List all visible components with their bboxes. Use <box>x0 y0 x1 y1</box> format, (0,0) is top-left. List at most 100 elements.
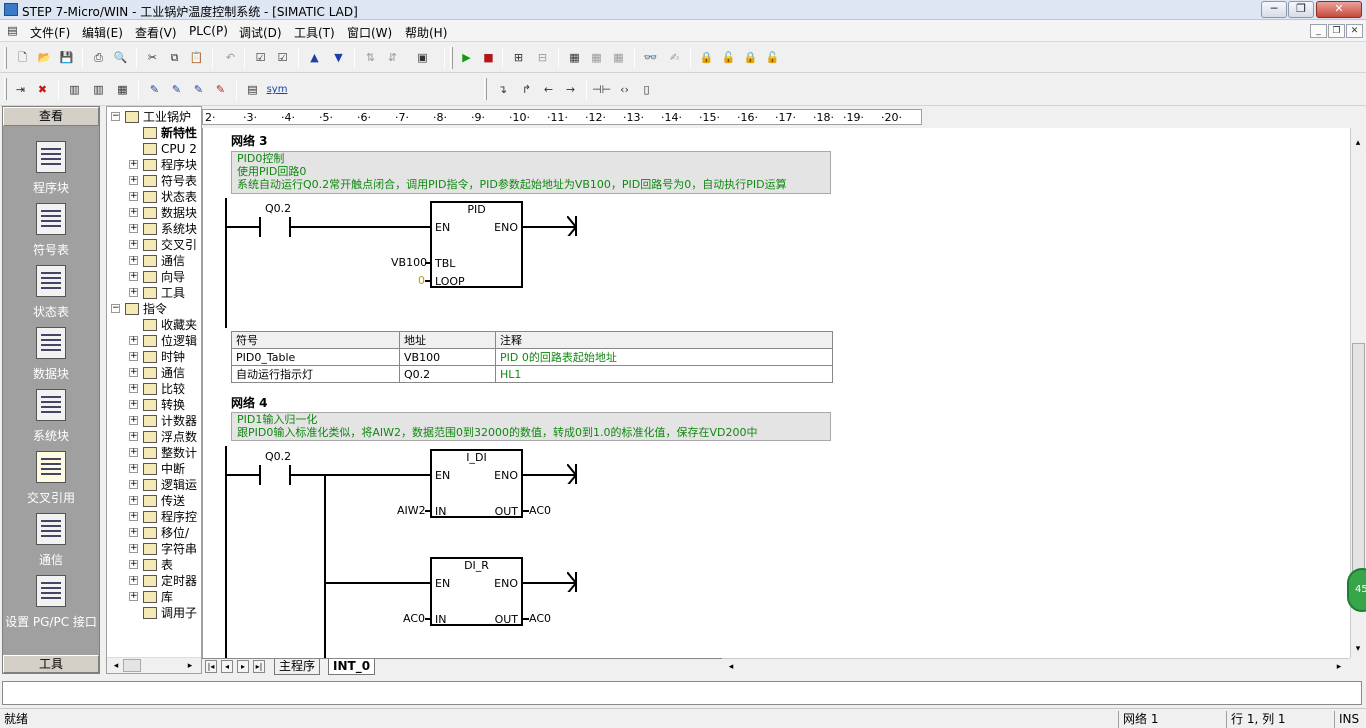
nav-header-view[interactable]: 查看 <box>3 107 99 126</box>
toggle-network-comment-icon[interactable]: ▦ <box>114 81 131 98</box>
network-4-title[interactable]: 网络 4 <box>231 394 268 411</box>
scroll-thumb[interactable] <box>1352 343 1365 593</box>
undo-icon[interactable]: ↶ <box>222 49 239 66</box>
out-operand[interactable]: AC0 <box>529 504 551 517</box>
first-tab-icon[interactable]: |◂ <box>205 660 217 673</box>
expand-icon[interactable]: + <box>129 336 138 345</box>
expand-icon[interactable]: + <box>129 224 138 233</box>
out-operand[interactable]: AC0 <box>529 612 551 625</box>
menu-help[interactable]: 帮助(H) <box>405 24 447 41</box>
expand-icon[interactable]: + <box>129 400 138 409</box>
editor-horizontal-scrollbar[interactable]: ◂ ▸ <box>722 658 1350 674</box>
tree-horizontal-scrollbar[interactable]: ◂ ▸ <box>107 657 201 673</box>
menu-debug[interactable]: 调试(D) <box>239 24 282 41</box>
line-left-icon[interactable]: ← <box>540 81 557 98</box>
expand-icon[interactable]: + <box>129 160 138 169</box>
menu-plc[interactable]: PLC(P) <box>189 24 228 38</box>
cut-icon[interactable]: ✂ <box>144 49 161 66</box>
in-operand[interactable]: AIW2 <box>397 504 426 517</box>
nav-set-pgpc-interface[interactable]: 设置 PG/PC 接口 <box>3 575 99 635</box>
tab-main-program[interactable]: 主程序 <box>274 659 321 675</box>
i-di-box[interactable]: I_DI EN ENO IN OUT <box>430 449 523 518</box>
status-chart-icon[interactable]: ▦ <box>566 49 583 66</box>
toolbar-grip[interactable] <box>450 47 453 69</box>
scroll-right-icon[interactable]: ▸ <box>1332 660 1346 674</box>
force-icon[interactable]: 🔒 <box>698 49 715 66</box>
nav-data-block[interactable]: 数据块 <box>3 327 99 387</box>
toolbar-grip[interactable] <box>484 78 487 100</box>
nav-cross-reference[interactable]: 交叉引用 <box>3 451 99 511</box>
compile-icon[interactable]: ☑ <box>252 49 269 66</box>
expand-icon[interactable]: + <box>129 176 138 185</box>
nav-status-chart[interactable]: 状态表 <box>3 265 99 325</box>
di-r-box[interactable]: DI_R EN ENO IN OUT <box>430 557 523 626</box>
scroll-down-icon[interactable]: ▾ <box>1351 642 1365 656</box>
in-operand[interactable]: AC0 <box>403 612 425 625</box>
read-all-icon[interactable]: ✍ <box>666 49 683 66</box>
expand-icon[interactable]: + <box>129 464 138 473</box>
open-folder-icon[interactable]: 📂 <box>36 49 53 66</box>
run-icon[interactable]: ▶ <box>458 49 475 66</box>
save-icon[interactable]: 💾 <box>58 49 75 66</box>
delete-network-icon[interactable]: ✖ <box>34 81 51 98</box>
expand-icon[interactable]: + <box>129 496 138 505</box>
sort-ascending-icon[interactable]: ⇅ <box>362 49 379 66</box>
ladder-editor[interactable]: 网络 3 PID0控制 使用PID回路0 系统自动运行Q0.2常开触点闭合，调用… <box>202 128 1350 658</box>
menu-view[interactable]: 查看(V) <box>135 24 177 41</box>
print-icon[interactable]: ⎙ <box>90 49 107 66</box>
network-4-comment[interactable]: PID1输入归一化 跟PID0输入标准化类似，将AIW2，数据范围0到32000… <box>231 412 831 441</box>
scroll-right-icon[interactable]: ▸ <box>183 659 197 673</box>
collapse-icon[interactable]: − <box>111 112 120 121</box>
expand-icon[interactable]: + <box>129 352 138 361</box>
insert-network-icon[interactable]: ⇥ <box>12 81 29 98</box>
network-3-comment[interactable]: PID0控制 使用PID回路0 系统自动运行Q0.2常开触点闭合，调用PID指令… <box>231 151 831 194</box>
prev-tab-icon[interactable]: ◂ <box>221 660 233 673</box>
toggle-comment-icon[interactable]: ▥ <box>90 81 107 98</box>
copy-icon[interactable]: ⧉ <box>166 49 183 66</box>
line-right-icon[interactable]: → <box>562 81 579 98</box>
compile-all-icon[interactable]: ☑ <box>274 49 291 66</box>
line-down-icon[interactable]: ↴ <box>494 81 511 98</box>
program-status-icon[interactable]: ⊞ <box>510 49 527 66</box>
scroll-up-icon[interactable]: ▴ <box>1351 136 1365 150</box>
expand-icon[interactable]: + <box>129 272 138 281</box>
coil-icon[interactable]: ‹› <box>616 81 633 98</box>
upload-icon[interactable]: ▲ <box>306 49 323 66</box>
paste-icon[interactable]: 📋 <box>188 49 205 66</box>
mdi-restore-button[interactable]: ❐ <box>1328 24 1345 38</box>
network-3-title[interactable]: 网络 3 <box>231 132 268 149</box>
output-window[interactable] <box>2 681 1362 705</box>
scroll-left-icon[interactable]: ◂ <box>724 660 738 674</box>
close-button[interactable]: ✕ <box>1316 1 1362 18</box>
collapse-icon[interactable]: − <box>111 304 120 313</box>
expand-icon[interactable]: + <box>129 576 138 585</box>
unforce-icon[interactable]: 🔓 <box>720 49 737 66</box>
line-up-icon[interactable]: ↱ <box>518 81 535 98</box>
expand-icon[interactable]: + <box>129 432 138 441</box>
bookmark-prev-icon[interactable]: ✎ <box>190 81 207 98</box>
expand-icon[interactable]: + <box>129 448 138 457</box>
expand-icon[interactable]: + <box>129 560 138 569</box>
bookmark-toggle-icon[interactable]: ✎ <box>146 81 163 98</box>
nav-symbol-table[interactable]: 符号表 <box>3 203 99 263</box>
document-menu-icon[interactable]: ▤ <box>4 22 21 39</box>
toolbar-grip[interactable] <box>4 47 7 69</box>
expand-icon[interactable]: + <box>129 208 138 217</box>
loop-operand[interactable]: 0 <box>418 274 425 287</box>
tab-int-0[interactable]: INT_0 <box>328 659 376 675</box>
nav-system-block[interactable]: 系统块 <box>3 389 99 449</box>
scroll-thumb[interactable] <box>123 659 141 672</box>
contact-icon[interactable]: ⊣⊢ <box>592 81 611 98</box>
bookmark-clear-icon[interactable]: ✎ <box>212 81 229 98</box>
floating-badge[interactable]: 45 <box>1347 568 1366 612</box>
expand-icon[interactable]: + <box>129 192 138 201</box>
download-icon[interactable]: ▼ <box>330 49 347 66</box>
scroll-left-icon[interactable]: ◂ <box>109 659 123 673</box>
mdi-minimize-button[interactable]: _ <box>1310 24 1327 38</box>
print-preview-icon[interactable]: 🔍 <box>112 49 129 66</box>
write-all-icon[interactable]: 👓 <box>642 49 659 66</box>
expand-icon[interactable]: + <box>129 416 138 425</box>
expand-icon[interactable]: + <box>129 528 138 537</box>
expand-icon[interactable]: + <box>129 512 138 521</box>
pid-box[interactable]: PID EN ENO TBL LOOP <box>430 201 523 288</box>
